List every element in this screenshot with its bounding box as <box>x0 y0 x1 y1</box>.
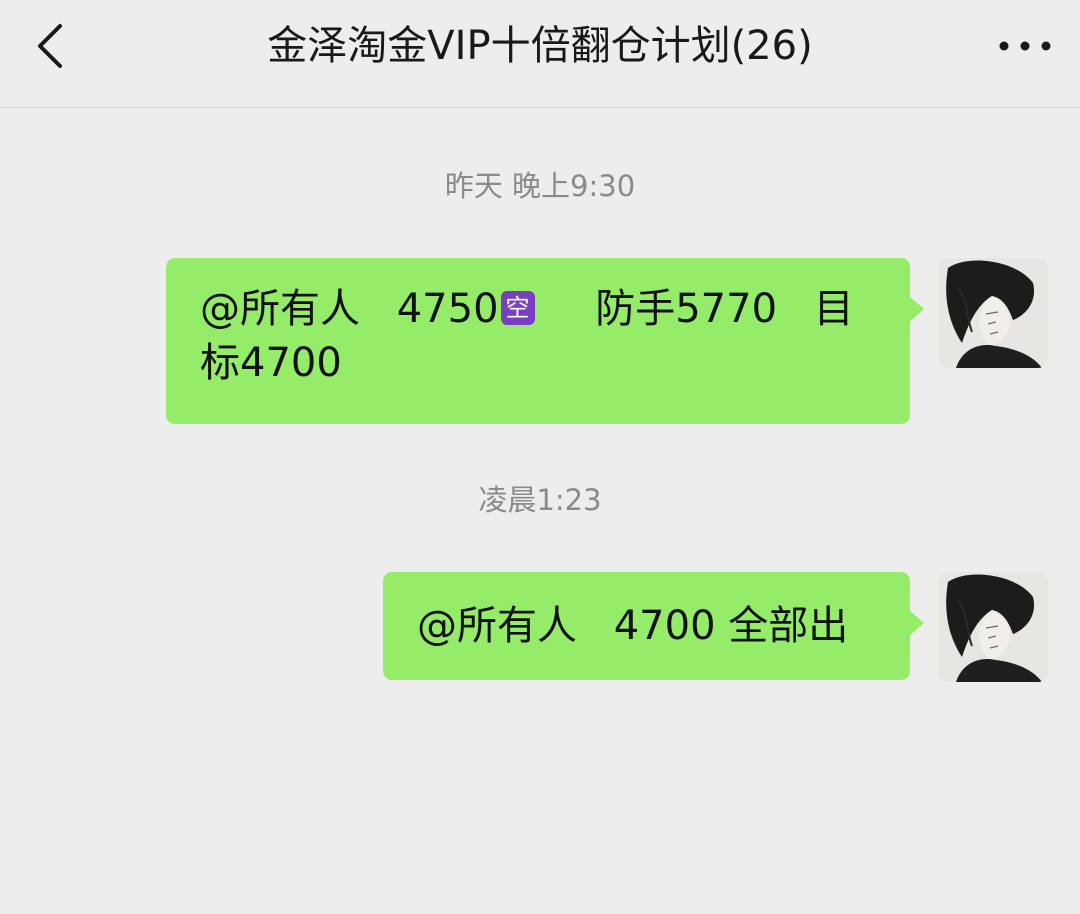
mention-text: @所有人 <box>417 603 577 649</box>
more-button[interactable] <box>992 28 1058 64</box>
message-text: 4700 全部出 <box>613 603 849 649</box>
avatar[interactable] <box>938 258 1048 368</box>
price-text: 4750 <box>396 286 499 332</box>
more-dots-icon <box>999 41 1051 51</box>
timestamp: 凌晨1:23 <box>478 483 602 517</box>
message-line: 标4700 <box>200 336 890 390</box>
avatar[interactable] <box>938 572 1048 682</box>
avatar-image <box>938 258 1048 368</box>
avatar-image <box>938 572 1048 682</box>
stop-loss-text: 防手5770 <box>595 286 778 332</box>
message-bubble[interactable]: @所有人 4700 全部出 <box>383 572 924 680</box>
target-label-part: 目 <box>813 286 854 332</box>
message-bubble[interactable]: @所有人 4750 空 防手5770 目 标4700 <box>166 258 924 424</box>
target-text: 标4700 <box>200 340 342 386</box>
chat-header: 金泽淘金VIP十倍翻仓计划(26) <box>0 0 1080 108</box>
timestamp: 昨天 晚上9:30 <box>444 169 636 203</box>
chat-title: 金泽淘金VIP十倍翻仓计划(26) <box>267 23 813 69</box>
message-line: @所有人 4750 空 防手5770 目 <box>200 282 890 336</box>
back-button[interactable] <box>28 20 76 72</box>
mention-text: @所有人 <box>200 286 360 332</box>
chevron-left-icon <box>38 24 62 68</box>
short-badge-icon: 空 <box>500 291 535 325</box>
